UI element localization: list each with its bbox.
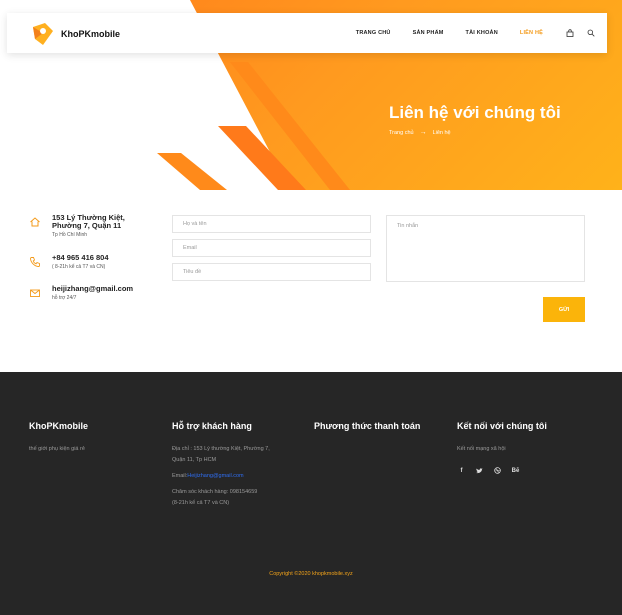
site-footer: KhoPKmobile thế giới phụ kiện giá rẻ Hỗ … [0, 372, 622, 615]
footer-social-title: Kết nối với chúng tôi [457, 421, 547, 431]
footer-brand-title: KhoPKmobile [29, 421, 89, 431]
footer-col-support: Hỗ trợ khách hàng Địa chỉ : 153 Lý thườn… [172, 421, 270, 509]
footer-email-link[interactable]: Heijizhang@gmail.com [187, 473, 243, 479]
name-field[interactable]: Họ và tên [172, 215, 371, 233]
footer-col-payment: Phương thức thanh toán [314, 421, 420, 431]
logo-icon [29, 21, 55, 47]
main-nav: TRANG CHỦ SẢN PHẨM TÀI KHOẢN LIÊN HỆ [356, 13, 607, 53]
submit-button[interactable]: GỬI [543, 297, 585, 322]
email-placeholder: Email [183, 245, 197, 251]
name-placeholder: Họ và tên [183, 221, 207, 227]
message-textarea[interactable]: Tin nhắn [386, 215, 585, 282]
contact-address: 153 Lý Thường Kiệt, Phường 7, Quận 11 Tp… [29, 214, 125, 238]
copyright-text: Copyright ©2020 khopkmobile.xyz [269, 571, 353, 577]
brand-name: KhoPKmobile [61, 29, 121, 39]
facebook-icon[interactable]: f [457, 466, 466, 475]
nav-account[interactable]: TÀI KHOẢN [466, 30, 498, 36]
top-navbar: KhoPKmobile TRANG CHỦ SẢN PHẨM TÀI KHOẢN… [7, 13, 607, 53]
footer-payment-title: Phương thức thanh toán [314, 421, 421, 431]
mail-icon [29, 286, 41, 298]
breadcrumb-home[interactable]: Trang chủ [389, 130, 414, 136]
contact-phone: +84 965 416 804 ( 8-21h kể cả T7 và CN) [29, 254, 109, 270]
footer-care: Chăm sóc khách hàng: 098154659 [172, 489, 258, 495]
footer-email-label: Email: [172, 473, 188, 479]
message-placeholder: Tin nhắn [397, 223, 419, 229]
address-line2: Phường 7, Quận 11 [52, 221, 122, 230]
email-address[interactable]: heijizhang@gmail.com [52, 285, 133, 293]
footer-tagline: thế giới phụ kiện giá rẻ [29, 446, 85, 452]
nav-home[interactable]: TRANG CHỦ [356, 30, 391, 36]
twitter-icon[interactable] [475, 466, 484, 475]
email-field[interactable]: Email [172, 239, 371, 257]
footer-email-row: Email:Heijizhang@gmail.com [172, 471, 270, 482]
phone-number[interactable]: +84 965 416 804 [52, 254, 109, 262]
subject-field[interactable]: Tiêu đề [172, 263, 371, 281]
breadcrumb: Trang chủ → Liên hệ [389, 129, 451, 136]
footer-care-hours: (8-21h kể cả T7 và CN) [172, 500, 230, 506]
footer-address-2: Quận 11, Tp HCM [172, 457, 217, 463]
phone-hours: ( 8-21h kể cả T7 và CN) [52, 264, 106, 270]
page-title: Liên hệ với chúng tôi [389, 103, 561, 122]
logo[interactable]: KhoPKmobile [29, 21, 120, 47]
behance-icon[interactable]: Bē [511, 466, 520, 475]
nav-contact[interactable]: LIÊN HỆ [520, 30, 543, 36]
bag-icon[interactable] [565, 29, 574, 38]
breadcrumb-current: Liên hệ [432, 129, 451, 136]
footer-address: Địa chỉ : 153 Lý thường Kiệt, Phường 7, [172, 446, 270, 452]
footer-social-text: Kết nối mạng xã hội [457, 446, 506, 452]
footer-col-social: Kết nối với chúng tôi Kết nối mạng xã hộ… [457, 421, 547, 475]
phone-icon [29, 255, 41, 267]
subject-placeholder: Tiêu đề [183, 269, 202, 275]
footer-col-brand: KhoPKmobile thế giới phụ kiện giá rẻ [29, 421, 88, 455]
home-icon [29, 215, 41, 227]
email-support: hỗ trợ 24/7 [52, 295, 77, 301]
footer-support-title: Hỗ trợ khách hàng [172, 421, 252, 431]
address-city: Tp Hồ Chí Minh [52, 232, 88, 238]
contact-email: heijizhang@gmail.com hỗ trợ 24/7 [29, 285, 133, 301]
arrow-right-icon: → [419, 129, 427, 136]
search-icon[interactable] [586, 29, 595, 38]
social-links: f Bē [457, 466, 547, 475]
dribbble-icon[interactable] [493, 466, 502, 475]
nav-products[interactable]: SẢN PHẨM [413, 30, 444, 36]
